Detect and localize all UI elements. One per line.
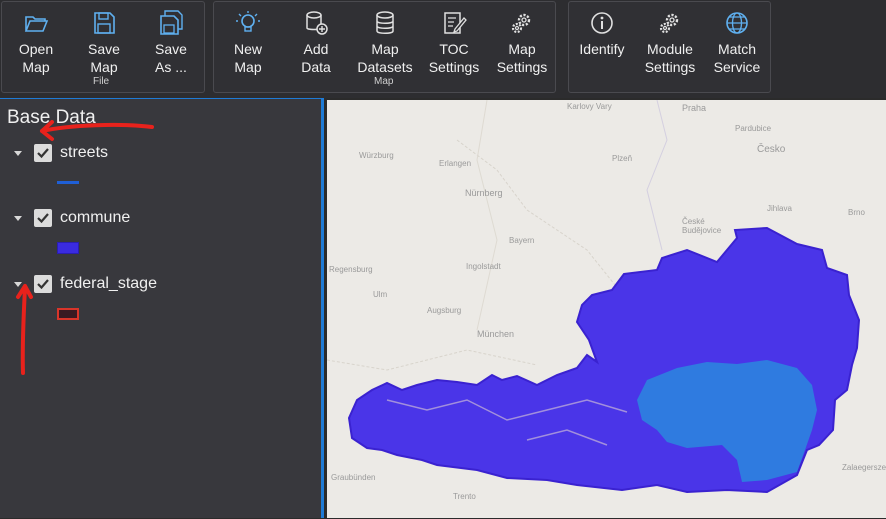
new-map-label: New Map [233, 41, 262, 75]
map-label-brno: Brno [848, 208, 865, 217]
streets-legend-swatch [57, 181, 79, 184]
layer-name: federal_stage [60, 275, 157, 292]
map-datasets-label: Map Datasets [357, 41, 413, 75]
checkmark-icon [37, 279, 49, 290]
module-settings-button[interactable]: Module Settings [639, 2, 701, 78]
map-group: New Map Add Data Map Datasets TOC Settin… [213, 1, 556, 93]
federal-stage-legend-swatch [57, 308, 79, 320]
save-as-icon [160, 10, 183, 35]
expand-caret-icon[interactable] [14, 281, 22, 287]
match-service-button[interactable]: Match Service [707, 2, 767, 78]
open-map-button[interactable]: Open Map [8, 2, 64, 78]
toc-settings-label: TOC Settings [428, 41, 480, 75]
map-view[interactable]: Karlovy Vary Praha Pardubice Česko Würzb… [327, 100, 886, 518]
expand-caret-icon[interactable] [14, 215, 22, 221]
save-as-button[interactable]: Save As ... [143, 2, 199, 78]
commune-legend-swatch [57, 242, 79, 254]
map-label-nurnberg: Nürnberg [465, 188, 503, 198]
map-label-regensburg: Regensburg [329, 265, 373, 274]
globe-icon [726, 12, 748, 34]
expand-caret-icon[interactable] [14, 150, 22, 156]
map-label-erlangen: Erlangen [439, 159, 472, 168]
map-label-pardubice: Pardubice [735, 124, 772, 133]
identify-button[interactable]: Identify [573, 2, 631, 78]
match-service-label: Match Service [713, 41, 761, 75]
map-label-bayern: Bayern [509, 236, 535, 245]
open-map-label: Open Map [18, 41, 54, 75]
layer-visibility-checkbox[interactable] [34, 144, 52, 162]
checkmark-icon [37, 148, 49, 159]
map-settings-button[interactable]: Map Settings [492, 2, 552, 78]
map-label-trento: Trento [453, 492, 476, 501]
gears-icon [511, 13, 531, 34]
database-icon [376, 11, 394, 34]
map-label-graubunden: Graubünden [331, 473, 376, 482]
map-label-wurzburg: Würzburg [359, 151, 394, 160]
file-group-label: File [93, 76, 110, 87]
identify-label: Identify [579, 41, 625, 57]
save-icon [94, 12, 115, 34]
map-label-zalaegerszeg: Zalaegerszeg [842, 463, 886, 472]
folder-open-icon [24, 16, 49, 32]
save-as-label: Save As ... [155, 41, 187, 75]
map-label-plzen: Plzeň [612, 154, 633, 163]
checkmark-icon [37, 213, 49, 224]
map-label-ceske-budejovice: České Budějovice [682, 217, 722, 235]
file-group: Open Map Save Map Save As ... File [1, 1, 205, 93]
group-title: Base Data [7, 107, 96, 128]
map-label-ingolstadt: Ingolstadt [466, 262, 501, 271]
map-settings-label: Map Settings [496, 41, 548, 75]
layer-row-streets: streets [14, 141, 108, 165]
map-label-karlovy-vary: Karlovy Vary [567, 102, 612, 111]
map-datasets-button[interactable]: Map Datasets [356, 2, 414, 78]
map-label-praha: Praha [682, 103, 707, 113]
map-label-augsburg: Augsburg [427, 306, 462, 315]
layer-name: commune [60, 209, 131, 226]
map-canvas [327, 100, 861, 494]
add-data-button[interactable]: Add Data [288, 2, 344, 78]
map-label-cesko: Česko [757, 144, 786, 155]
info-icon [591, 12, 613, 34]
edit-document-icon [444, 12, 467, 34]
new-map-button[interactable]: New Map [220, 2, 276, 78]
tools-group: Identify Module Settings Match Service [568, 1, 771, 93]
add-data-label: Add Data [301, 41, 331, 75]
toc-settings-button[interactable]: TOC Settings [424, 2, 484, 78]
layer-row-federal-stage: federal_stage [14, 272, 157, 296]
lightbulb-icon [236, 11, 260, 32]
layer-visibility-checkbox[interactable] [34, 275, 52, 293]
layer-name: streets [60, 144, 109, 161]
gears-icon [659, 13, 679, 34]
map-label-munchen: München [477, 329, 515, 339]
module-settings-label: Module Settings [644, 41, 696, 75]
map-label-jihlava: Jihlava [767, 204, 792, 213]
table-of-contents-panel: Base Data streets commune federal_stage [0, 98, 324, 518]
map-label-ulm: Ulm [373, 290, 388, 299]
layer-row-commune: commune [14, 206, 130, 230]
add-database-icon [306, 11, 328, 35]
ribbon-toolbar: Open Map Save Map Save As ... File New M… [0, 0, 886, 98]
layer-visibility-checkbox[interactable] [34, 209, 52, 227]
map-group-label: Map [374, 76, 394, 87]
save-map-label: Save Map [88, 41, 120, 75]
save-map-button[interactable]: Save Map [76, 2, 132, 78]
